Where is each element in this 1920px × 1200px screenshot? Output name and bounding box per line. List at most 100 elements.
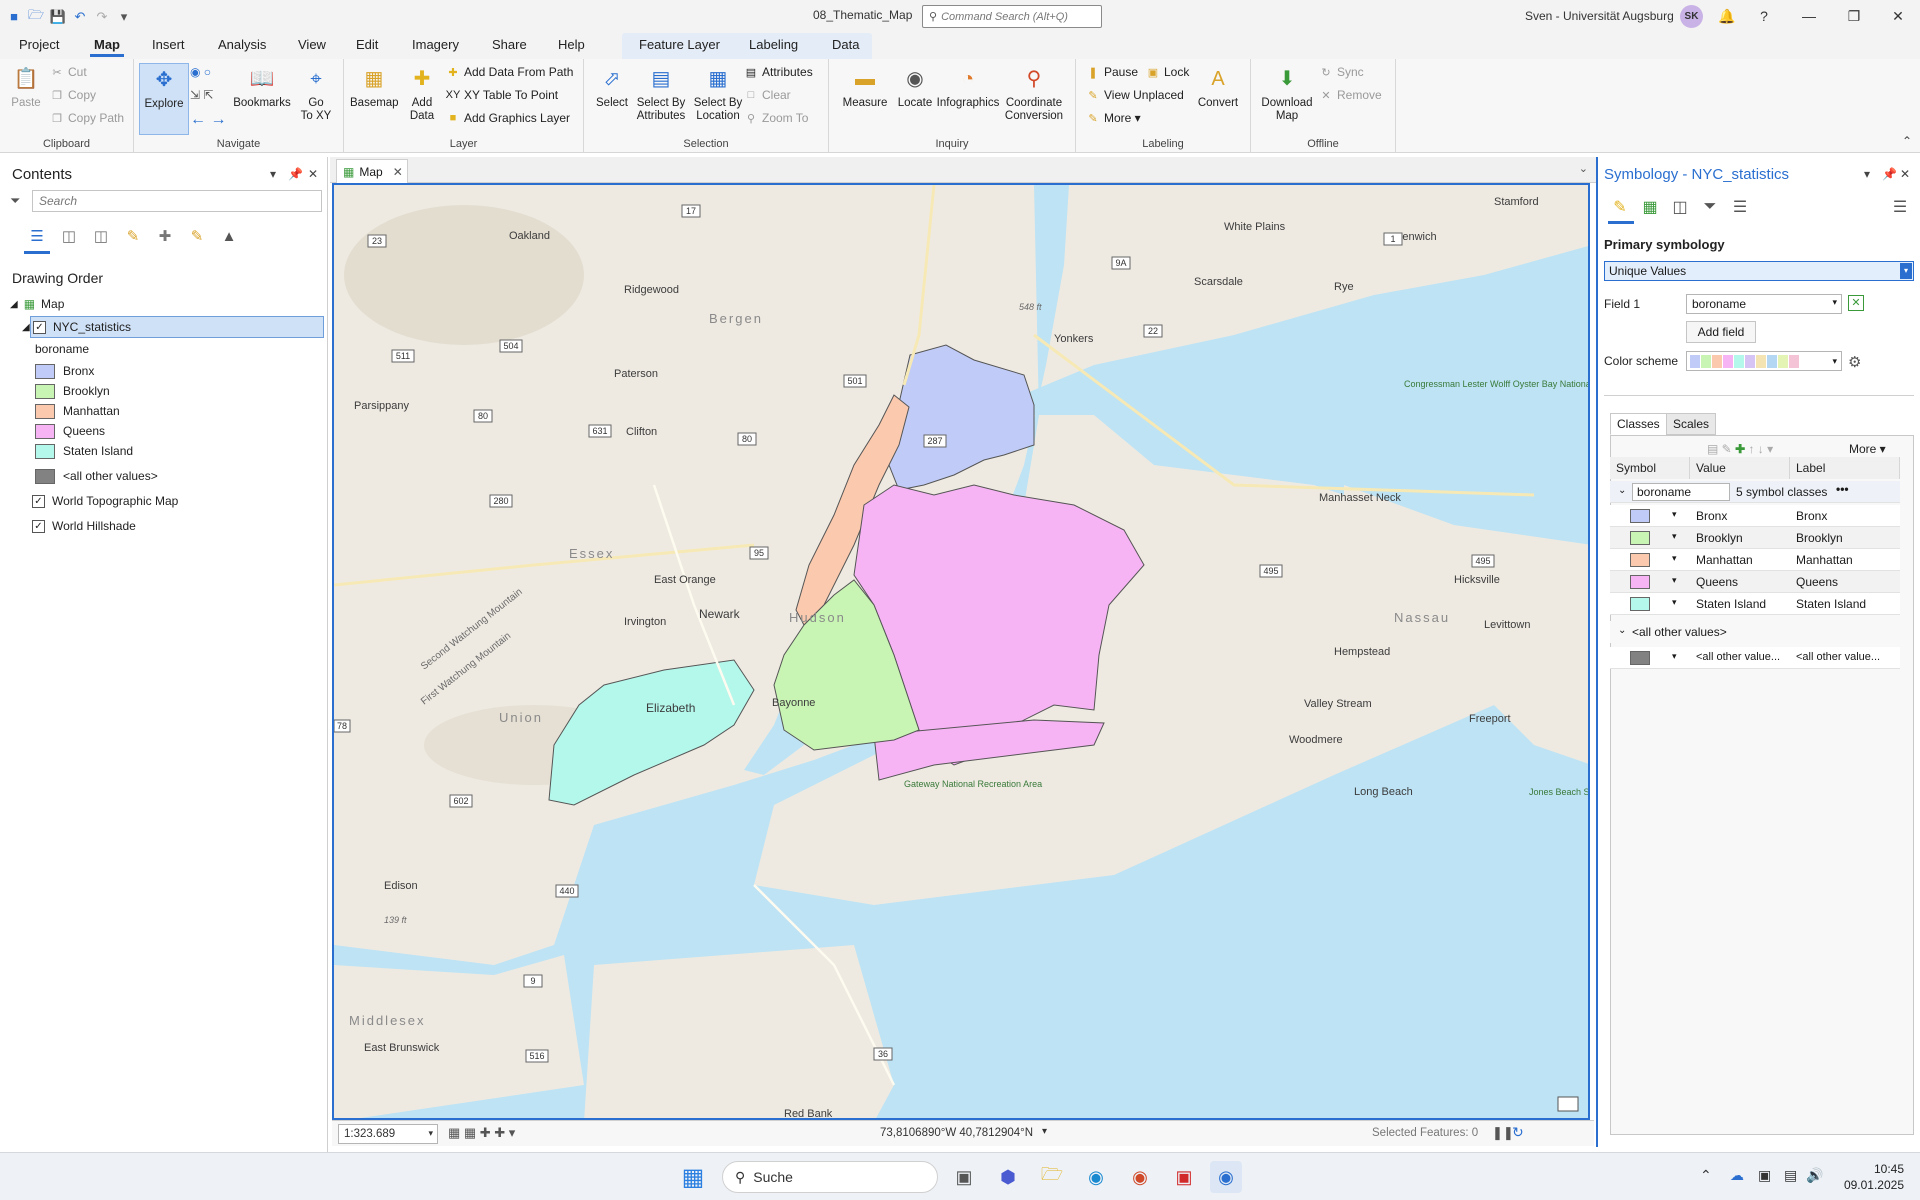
- group-field-input[interactable]: boroname: [1632, 483, 1730, 501]
- select-by-location-button[interactable]: ▦ Select By Location: [690, 63, 746, 123]
- view-unplaced-button[interactable]: ✎ View Unplaced: [1086, 88, 1183, 102]
- download-map-button[interactable]: ⬇ Download Map: [1257, 63, 1317, 123]
- add-graphics-layer-button[interactable]: ■ Add Graphics Layer: [446, 111, 570, 125]
- convert-button[interactable]: A Convert: [1194, 63, 1242, 110]
- class-toolbar-icons[interactable]: ▤ ✎ ✚ ↑ ↓ ▾: [1707, 442, 1773, 456]
- command-search-input[interactable]: ⚲ Command Search (Alt+Q): [922, 5, 1102, 28]
- class-label[interactable]: <all other value...: [1796, 651, 1880, 663]
- legend-swatch[interactable]: [35, 383, 55, 399]
- class-symbol-swatch[interactable]: [1630, 597, 1650, 611]
- class-value[interactable]: Staten Island: [1696, 597, 1766, 611]
- add-data-button[interactable]: ✚ Add Data: [398, 63, 446, 123]
- tab-list-chevron-icon[interactable]: ⌄: [1579, 162, 1588, 175]
- infographics-button[interactable]: ◔ Infographics: [935, 63, 1001, 110]
- color-scheme-select[interactable]: ▾: [1686, 351, 1842, 371]
- filter-icon[interactable]: ⏷: [10, 193, 20, 209]
- class-value[interactable]: Manhattan: [1696, 553, 1753, 567]
- layer-visibility-checkbox[interactable]: ✓: [32, 519, 45, 533]
- previous-extent-icon[interactable]: ← →: [190, 111, 226, 129]
- sql-expression-icon[interactable]: ✕: [1848, 295, 1864, 311]
- class-symbol-swatch[interactable]: [1630, 651, 1650, 665]
- layer-world-topographic-map[interactable]: ✓ World Topographic Map: [32, 490, 178, 512]
- chevron-down-icon[interactable]: ▾: [1672, 509, 1677, 520]
- class-group-row[interactable]: ⌄ boroname 5 symbol classes •••: [1610, 481, 1900, 503]
- avatar[interactable]: SK: [1680, 5, 1703, 28]
- labeling-more-button[interactable]: ✎ More ▾: [1086, 111, 1140, 125]
- class-value[interactable]: Brooklyn: [1696, 531, 1743, 545]
- layer-visibility-checkbox[interactable]: ✓: [32, 494, 45, 508]
- legend-swatch[interactable]: [35, 443, 55, 459]
- grid-tools-icon[interactable]: ▦ ▦ ✚ ✚ ▾: [448, 1125, 515, 1141]
- chevron-down-icon[interactable]: ▾: [1672, 575, 1677, 586]
- pane-options-icon[interactable]: ▾: [270, 167, 276, 181]
- list-by-snapping-icon[interactable]: ✚: [154, 225, 176, 247]
- collapse-group-icon[interactable]: ⌄: [1618, 485, 1626, 496]
- volume-icon[interactable]: 🔊: [1806, 1167, 1823, 1184]
- map-tab[interactable]: ▦ Map ✕: [336, 159, 408, 183]
- clear-selection-button[interactable]: □ Clear: [744, 88, 791, 102]
- close-pane-icon[interactable]: ✕: [308, 167, 318, 181]
- tab-insert[interactable]: Insert: [152, 37, 185, 52]
- class-label[interactable]: Queens: [1796, 575, 1838, 589]
- attribution-icon[interactable]: [1557, 1096, 1579, 1112]
- list-by-source-icon[interactable]: ◫: [58, 225, 80, 247]
- close-pane-icon[interactable]: ✕: [1900, 167, 1910, 181]
- symbol-layer-drawing-icon[interactable]: ◫: [1668, 195, 1692, 219]
- tab-classes[interactable]: Classes: [1610, 413, 1667, 435]
- chevron-down-icon[interactable]: ▾: [1672, 553, 1677, 564]
- basemap-button[interactable]: ▦ Basemap: [350, 63, 399, 110]
- windows-start-icon[interactable]: ▦: [677, 1161, 709, 1193]
- tab-project[interactable]: Project: [19, 37, 59, 52]
- class-label[interactable]: Manhattan: [1796, 553, 1853, 567]
- tab-view[interactable]: View: [298, 37, 326, 52]
- legend-item-queens[interactable]: Queens: [35, 420, 105, 442]
- arcgis-pro-icon[interactable]: ◉: [1210, 1161, 1242, 1193]
- clock[interactable]: 10:45 09.01.2025: [1844, 1161, 1904, 1193]
- go-to-xy-button[interactable]: ⌖ Go To XY: [292, 63, 340, 123]
- list-by-perspective-icon[interactable]: ▲: [218, 225, 240, 247]
- tab-analysis[interactable]: Analysis: [218, 37, 266, 52]
- app-red-icon[interactable]: ▣: [1168, 1161, 1200, 1193]
- more-menu[interactable]: More ▾: [1849, 442, 1886, 456]
- undo-icon[interactable]: ↶: [72, 9, 88, 25]
- explore-button[interactable]: ✥ Explore: [139, 63, 189, 135]
- legend-item-bronx[interactable]: Bronx: [35, 360, 94, 382]
- legend-swatch[interactable]: [35, 363, 55, 379]
- redo-icon[interactable]: ↷: [94, 9, 110, 25]
- column-header-symbol[interactable]: Symbol: [1610, 457, 1690, 479]
- table-row[interactable]: ▾ Manhattan Manhattan: [1610, 549, 1900, 571]
- gear-icon[interactable]: ⚙: [1848, 353, 1861, 371]
- table-row[interactable]: ▾ Queens Queens: [1610, 571, 1900, 593]
- table-row[interactable]: ▾ Brooklyn Brooklyn: [1610, 527, 1900, 549]
- collapse-group-icon[interactable]: ⌄: [1618, 625, 1626, 636]
- feature-filter-icon[interactable]: ⏷: [1698, 195, 1722, 219]
- chevron-down-icon[interactable]: ▾: [1672, 651, 1677, 662]
- table-row[interactable]: ▾ Staten Island Staten Island: [1610, 593, 1900, 615]
- pause-drawing-icon[interactable]: ❚❚: [1492, 1125, 1514, 1141]
- edge-icon[interactable]: ◉: [1080, 1161, 1112, 1193]
- class-value[interactable]: Queens: [1696, 575, 1738, 589]
- column-header-value[interactable]: Value: [1690, 457, 1790, 479]
- select-button[interactable]: ⬀ Select: [588, 63, 636, 110]
- attributes-button[interactable]: ▤ Attributes: [744, 65, 813, 79]
- field1-select[interactable]: boroname ▾: [1686, 294, 1842, 314]
- cut-button[interactable]: ✂ Cut: [50, 65, 86, 79]
- tab-labeling[interactable]: Labeling: [749, 37, 798, 52]
- locate-button[interactable]: ◉ Locate: [891, 63, 939, 110]
- chrome-icon[interactable]: ◉: [1124, 1161, 1156, 1193]
- select-by-attributes-button[interactable]: ▤ Select By Attributes: [632, 63, 690, 123]
- pane-options-icon[interactable]: ▾: [1864, 167, 1870, 181]
- map-node[interactable]: ◢ ▦ Map: [10, 293, 64, 315]
- tab-imagery[interactable]: Imagery: [412, 37, 459, 52]
- layer-world-hillshade[interactable]: ✓ World Hillshade: [32, 515, 136, 537]
- other-values-group-row[interactable]: ⌄ <all other values>: [1610, 621, 1900, 643]
- remove-button[interactable]: ✕ Remove: [1319, 88, 1381, 102]
- map-view[interactable]: Stamford White Plains Greenwich Scarsdal…: [332, 183, 1590, 1120]
- list-by-selection-icon[interactable]: ◫: [90, 225, 112, 247]
- legend-item-staten-island[interactable]: Staten Island: [35, 440, 133, 462]
- legend-item-other-values[interactable]: <all other values>: [35, 465, 158, 487]
- list-by-labeling-icon[interactable]: ✎: [186, 225, 208, 247]
- user-name[interactable]: Sven - Universität Augsburg: [1525, 9, 1674, 23]
- legend-item-manhattan[interactable]: Manhattan: [35, 400, 120, 422]
- scale-selector[interactable]: 1:323.689 ▾: [338, 1124, 438, 1144]
